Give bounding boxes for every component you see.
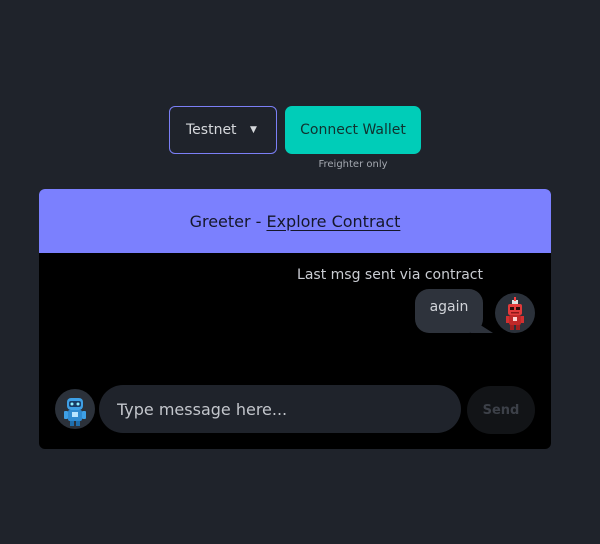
contract-card: Greeter - Explore Contract Last msg sent… [39,189,551,449]
last-msg-caption: Last msg sent via contract [297,267,483,283]
toolbar: Testnet ▼ Connect Wallet [169,106,421,154]
connect-wallet-button[interactable]: Connect Wallet [285,106,421,154]
caret-down-icon: ▼ [250,125,257,135]
explore-contract-link[interactable]: Explore Contract [266,212,400,231]
card-header: Greeter - Explore Contract [39,189,551,253]
red-robot-icon [495,293,535,333]
send-button[interactable]: Send [467,386,535,434]
network-select[interactable]: Testnet ▼ [169,106,277,154]
message-bubble: again [415,289,483,333]
wallet-hint: Freighter only [318,159,388,170]
network-select-value: Testnet [186,122,237,138]
blue-robot-icon [55,389,95,429]
message-input[interactable] [99,385,461,433]
card-title: Greeter - [189,211,262,231]
